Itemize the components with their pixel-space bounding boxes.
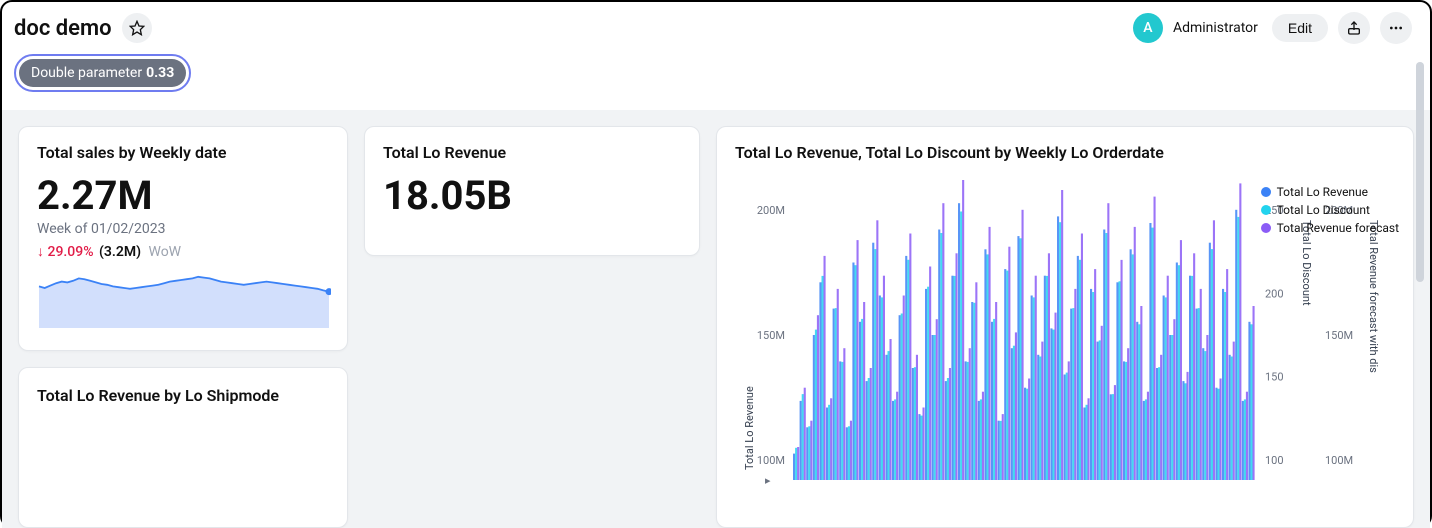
- svg-text:Total Revenue forecast with di: Total Revenue forecast with dis: [1367, 220, 1380, 373]
- svg-text:200M: 200M: [757, 204, 785, 217]
- card-title: Total Lo Revenue: [383, 143, 681, 162]
- edit-button[interactable]: Edit: [1272, 14, 1328, 42]
- svg-text:150M: 150M: [1325, 329, 1353, 342]
- svg-text:▸: ▸: [765, 474, 771, 487]
- header-bar: doc demo A Administrator Edit: [2, 2, 1430, 54]
- more-icon: [1388, 20, 1404, 36]
- svg-text:150: 150: [1265, 371, 1284, 384]
- card-title: Total Lo Revenue by Lo Shipmode: [37, 386, 329, 405]
- kpi-value: 2.27M: [37, 172, 329, 219]
- legend-item[interactable]: Total Revenue forecast: [1261, 221, 1399, 235]
- kpi-subtitle: Week of 01/02/2023: [37, 221, 329, 237]
- parameter-name: Double parameter: [31, 65, 142, 81]
- card-total-lo-revenue[interactable]: Total Lo Revenue 18.05B: [364, 126, 700, 256]
- chart-legend: Total Lo Revenue Total Lo Discount Total…: [1261, 185, 1399, 239]
- dashboard-canvas: Total sales by Weekly date 2.27M Week of…: [2, 110, 1430, 528]
- legend-item[interactable]: Total Lo Discount: [1261, 203, 1399, 217]
- more-button[interactable]: [1380, 12, 1412, 44]
- kpi-value: 18.05B: [383, 172, 681, 219]
- favorite-button[interactable]: [122, 13, 152, 43]
- card-title: Total Lo Revenue, Total Lo Discount by W…: [735, 143, 1395, 162]
- sparkline-chart: [37, 270, 329, 334]
- star-icon: [129, 20, 145, 36]
- svg-text:200: 200: [1265, 287, 1284, 300]
- svg-text:150M: 150M: [757, 329, 785, 342]
- share-icon: [1346, 20, 1362, 36]
- card-total-sales[interactable]: Total sales by Weekly date 2.27M Week of…: [18, 126, 348, 351]
- svg-text:100M: 100M: [1325, 454, 1353, 467]
- scrollbar[interactable]: [1416, 62, 1424, 362]
- avatar[interactable]: A: [1133, 13, 1163, 43]
- kpi-delta: ↓ 29.09% (3.2M) WoW: [37, 243, 329, 260]
- page-title: doc demo: [14, 16, 112, 41]
- legend-item[interactable]: Total Lo Revenue: [1261, 185, 1399, 199]
- arrow-down-icon: ↓ 29.09%: [37, 244, 94, 260]
- username-label: Administrator: [1173, 20, 1258, 36]
- svg-text:100: 100: [1265, 454, 1284, 467]
- parameter-row: Double parameter 0.33: [2, 54, 1430, 110]
- parameter-value: 0.33: [146, 65, 174, 81]
- share-button[interactable]: [1338, 12, 1370, 44]
- svg-text:Total Lo Revenue: Total Lo Revenue: [743, 386, 756, 470]
- scrollbar-thumb[interactable]: [1416, 62, 1424, 282]
- card-combo-chart[interactable]: Total Lo Revenue, Total Lo Discount by W…: [716, 126, 1414, 528]
- card-title: Total sales by Weekly date: [37, 143, 329, 162]
- parameter-pill-selected[interactable]: Double parameter 0.33: [14, 54, 191, 92]
- svg-text:100M: 100M: [757, 454, 785, 467]
- card-revenue-shipmode[interactable]: Total Lo Revenue by Lo Shipmode: [18, 367, 348, 528]
